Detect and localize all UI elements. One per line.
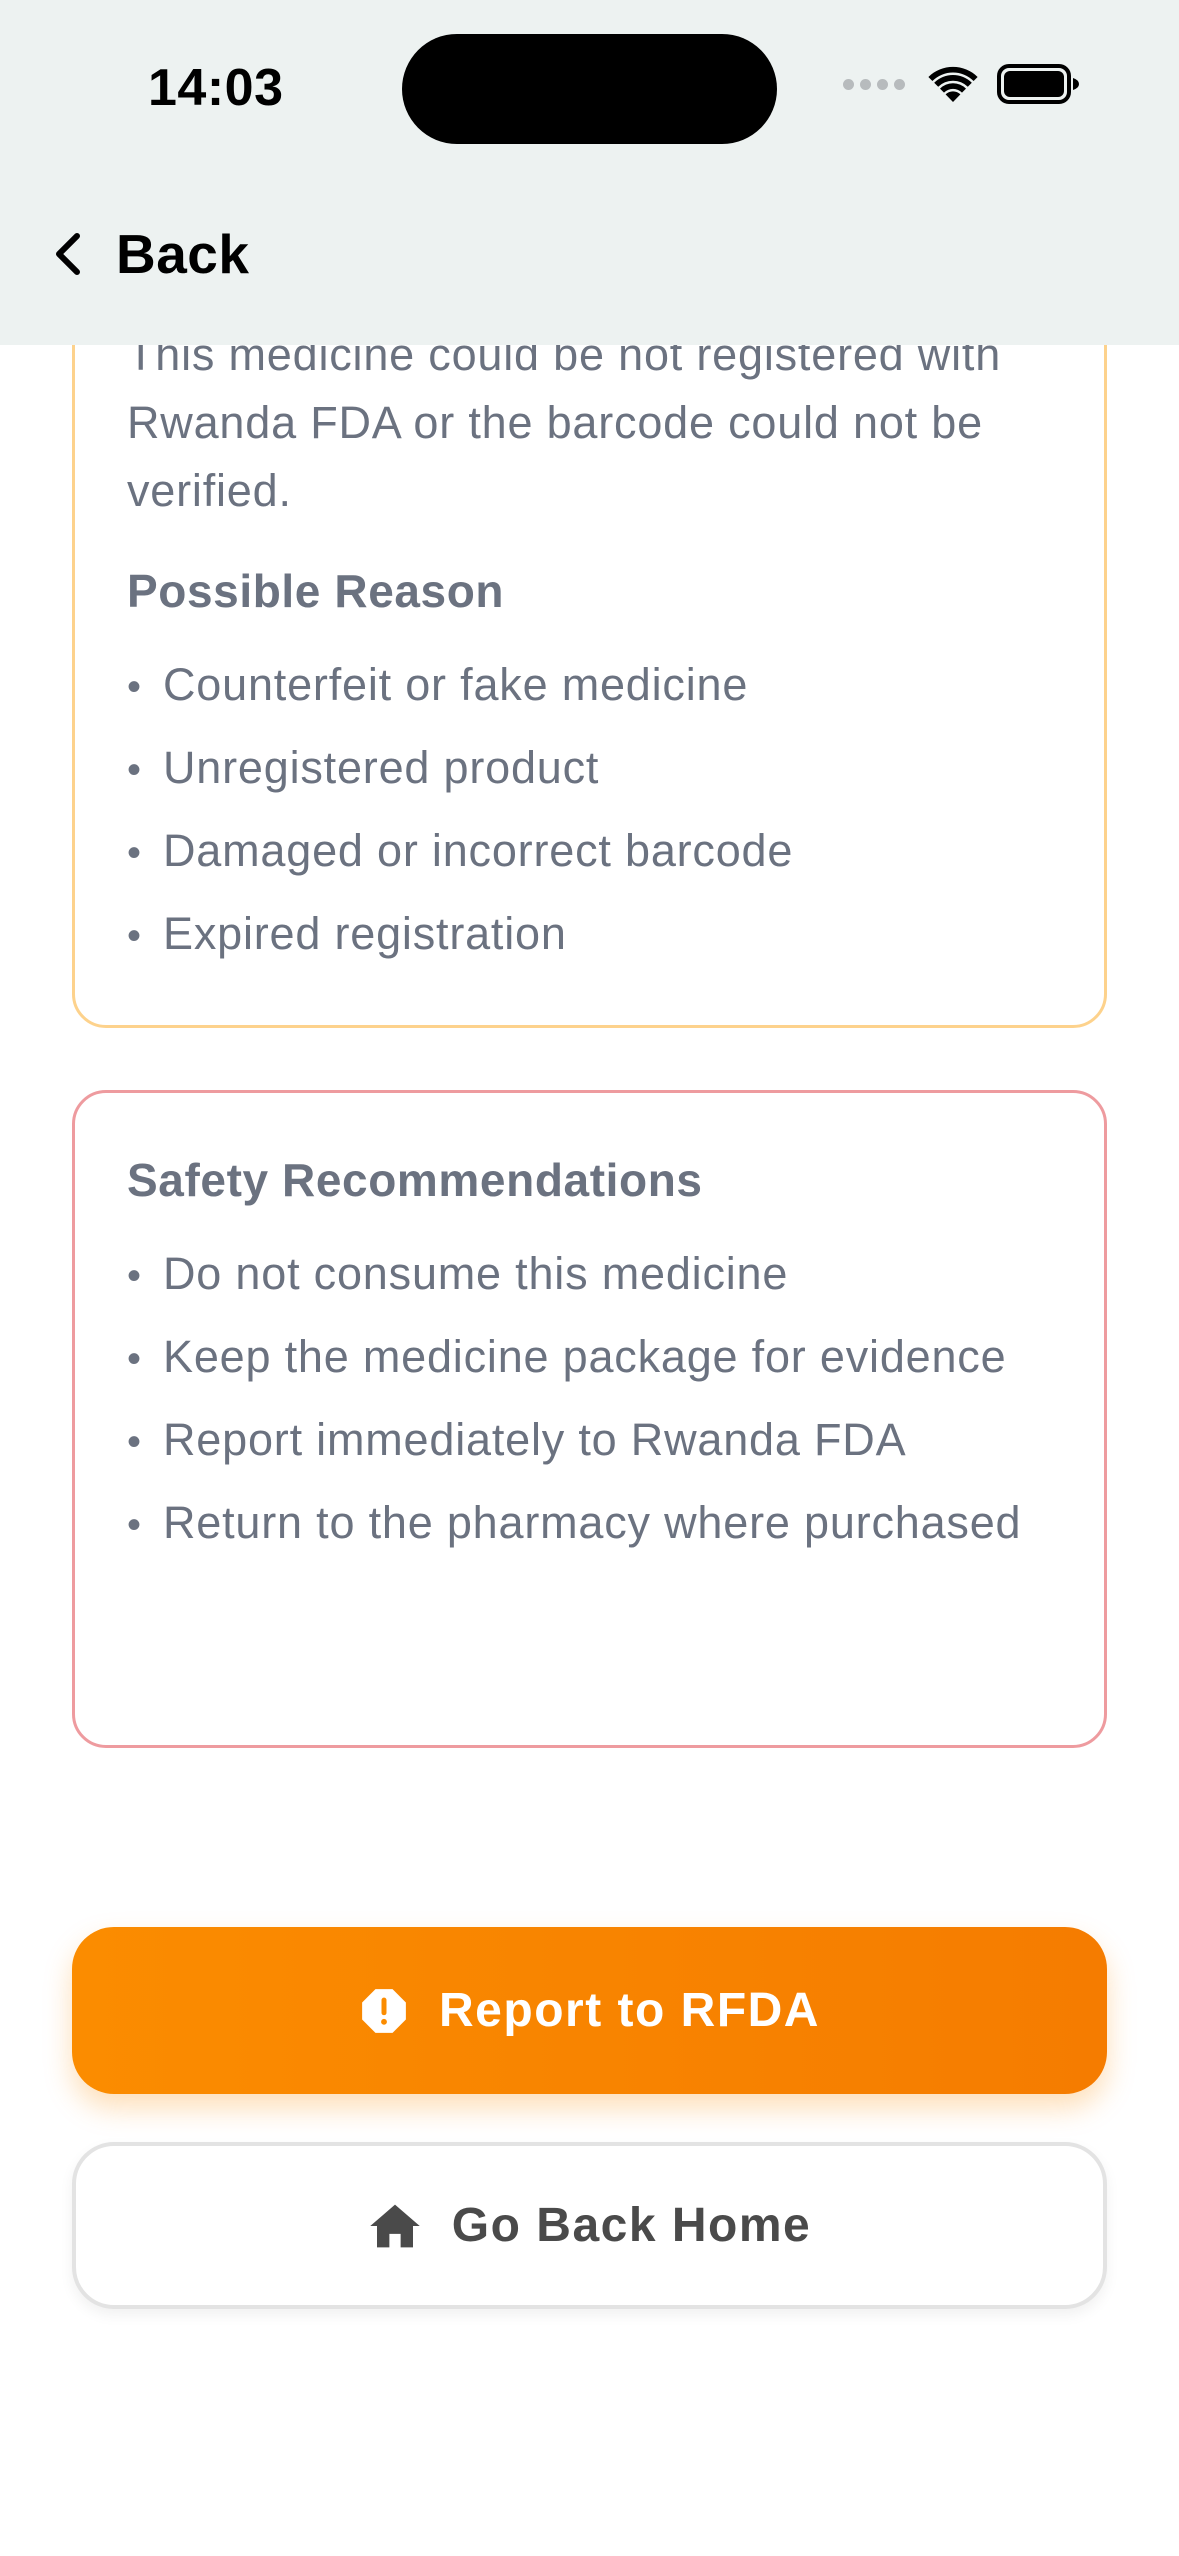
- report-button-label: Report to RFDA: [439, 1984, 820, 2037]
- warning-card-body: This medicine could be not registered wi…: [127, 321, 1052, 983]
- back-label: Back: [116, 223, 250, 285]
- dynamic-island: [402, 34, 777, 144]
- safety-recommendations-list: • Do not consume this medicine • Keep the …: [127, 1240, 1052, 1559]
- status-indicators: [843, 64, 1081, 104]
- list-item: • Expired registration: [127, 900, 1052, 970]
- report-to-rfda-button[interactable]: Report to RFDA: [72, 1927, 1107, 2094]
- home-button-label: Go Back Home: [451, 2199, 812, 2252]
- cellular-signal-icon: [843, 78, 905, 90]
- bullet-icon: •: [127, 665, 142, 709]
- wifi-icon: [927, 64, 979, 104]
- go-back-home-button[interactable]: Go Back Home: [72, 2142, 1107, 2309]
- chevron-left-icon: [50, 230, 86, 278]
- safety-recommendations-card: Safety Recommendations • Do not consume t…: [72, 1090, 1107, 1748]
- list-item: • Keep the medicine package for evidence: [127, 1323, 1052, 1393]
- warning-description: This medicine could be not registered wi…: [127, 329, 1002, 516]
- status-time: 14:03: [148, 59, 284, 117]
- navigation-header: 14:03 Back: [0, 0, 1179, 345]
- bullet-icon: •: [127, 1254, 142, 1298]
- home-icon: [368, 2202, 422, 2250]
- scroll-content[interactable]: This medicine could be not registered wi…: [0, 0, 1179, 2556]
- bullet-icon: •: [127, 1420, 142, 1464]
- list-item: • Damaged or incorrect barcode: [127, 817, 1052, 887]
- bullet-icon: •: [127, 1503, 142, 1547]
- list-item: • Unregistered product: [127, 734, 1052, 804]
- bullet-icon: •: [127, 831, 142, 875]
- bullet-icon: •: [127, 914, 142, 958]
- possible-reason-list: • Counterfeit or fake medicine • Unregiste…: [127, 651, 1052, 970]
- battery-icon: [997, 64, 1081, 104]
- list-item: • Counterfeit or fake medicine: [127, 651, 1052, 721]
- list-item: • Report immediately to Rwanda FDA: [127, 1406, 1052, 1476]
- list-item: • Do not consume this medicine: [127, 1240, 1052, 1310]
- possible-reason-title: Possible Reason: [127, 565, 505, 617]
- safety-card-body: Safety Recommendations • Do not consume t…: [127, 1150, 1052, 1572]
- bullet-icon: •: [127, 1337, 142, 1381]
- safety-recommendations-title: Safety Recommendations: [127, 1154, 703, 1206]
- list-item: • Return to the pharmacy where purchased: [127, 1489, 1052, 1559]
- alert-octagon-icon: [359, 1986, 409, 2036]
- bullet-icon: •: [127, 748, 142, 792]
- result-screen: This medicine could be not registered wi…: [0, 0, 1179, 2556]
- back-button[interactable]: Back: [50, 222, 249, 286]
